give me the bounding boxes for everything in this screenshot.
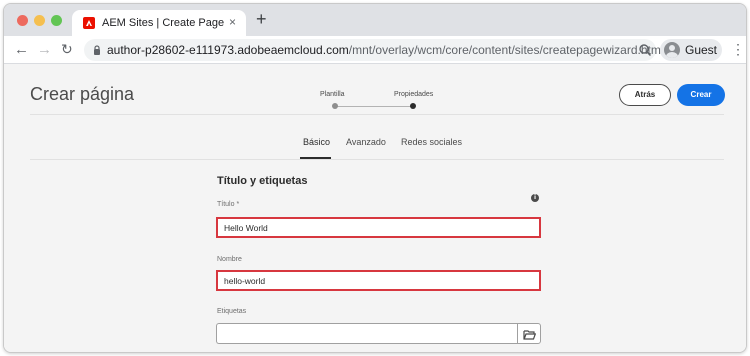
tab-advanced[interactable]: Avanzado (346, 137, 386, 147)
tab-basic[interactable]: Básico (303, 137, 330, 147)
step-connector (335, 106, 413, 107)
page-title: Crear página (30, 84, 135, 104)
step-label-template: Plantilla (320, 91, 345, 98)
new-tab-button[interactable]: + (256, 10, 267, 28)
url-text: author-p28602-e111973.adobeaemcloud.com/… (107, 43, 677, 57)
profile-label: Guest (685, 43, 718, 57)
info-icon[interactable]: i (531, 194, 539, 202)
guest-avatar-icon (664, 42, 680, 58)
back-button[interactable]: Atrás (619, 84, 671, 106)
url-path: /mnt/overlay/wcm/core/content/sites/crea… (348, 43, 677, 57)
browser-toolbar: ← → ↻ author-p28602-e111973.adobeaemclou… (4, 36, 746, 64)
tabs-divider (30, 159, 724, 160)
minimize-window-button[interactable] (34, 15, 45, 26)
more-options-icon[interactable]: ⋮ (731, 42, 745, 56)
lock-icon (94, 45, 100, 55)
tab-social-media[interactable]: Redes sociales (401, 137, 462, 147)
close-window-button[interactable] (17, 15, 28, 26)
folder-open-icon (523, 330, 536, 340)
maximize-window-button[interactable] (51, 15, 62, 26)
close-tab-icon[interactable]: × (229, 16, 236, 28)
browser-window: AEM Sites | Create Page × + ← → ↻ author… (3, 3, 747, 353)
tab-strip: AEM Sites | Create Page × + (4, 4, 746, 36)
step-dot-properties (410, 103, 416, 109)
forward-arrow-icon[interactable]: → (37, 42, 52, 57)
title-field-label: Título * (217, 201, 240, 208)
zoom-icon[interactable] (638, 43, 652, 57)
adobe-icon (83, 17, 95, 29)
tags-field-label: Etiquetas (217, 308, 247, 315)
title-field[interactable]: Hello World (216, 217, 541, 238)
header-divider (30, 114, 724, 115)
name-field-label: Nombre (217, 256, 242, 263)
create-page-wizard: Crear página Plantilla Propiedades Atrás… (4, 64, 746, 352)
back-arrow-icon[interactable]: ← (14, 42, 29, 57)
profile-button[interactable]: Guest (660, 39, 722, 61)
tab-title: AEM Sites | Create Page (102, 17, 225, 29)
name-field[interactable]: hello-world (216, 270, 541, 291)
url-host: author-p28602-e111973.adobeaemcloud.com (107, 43, 349, 57)
tags-field[interactable] (216, 323, 518, 344)
step-dot-template[interactable] (332, 103, 338, 109)
section-title: Título y etiquetas (217, 175, 308, 187)
reload-icon[interactable]: ↻ (61, 42, 73, 57)
create-button[interactable]: Crear (677, 84, 725, 106)
tags-browse-button[interactable] (517, 323, 541, 344)
address-bar[interactable]: author-p28602-e111973.adobeaemcloud.com/… (84, 39, 677, 61)
browser-tab-active[interactable]: AEM Sites | Create Page × (72, 10, 246, 36)
step-label-properties: Propiedades (394, 91, 434, 98)
